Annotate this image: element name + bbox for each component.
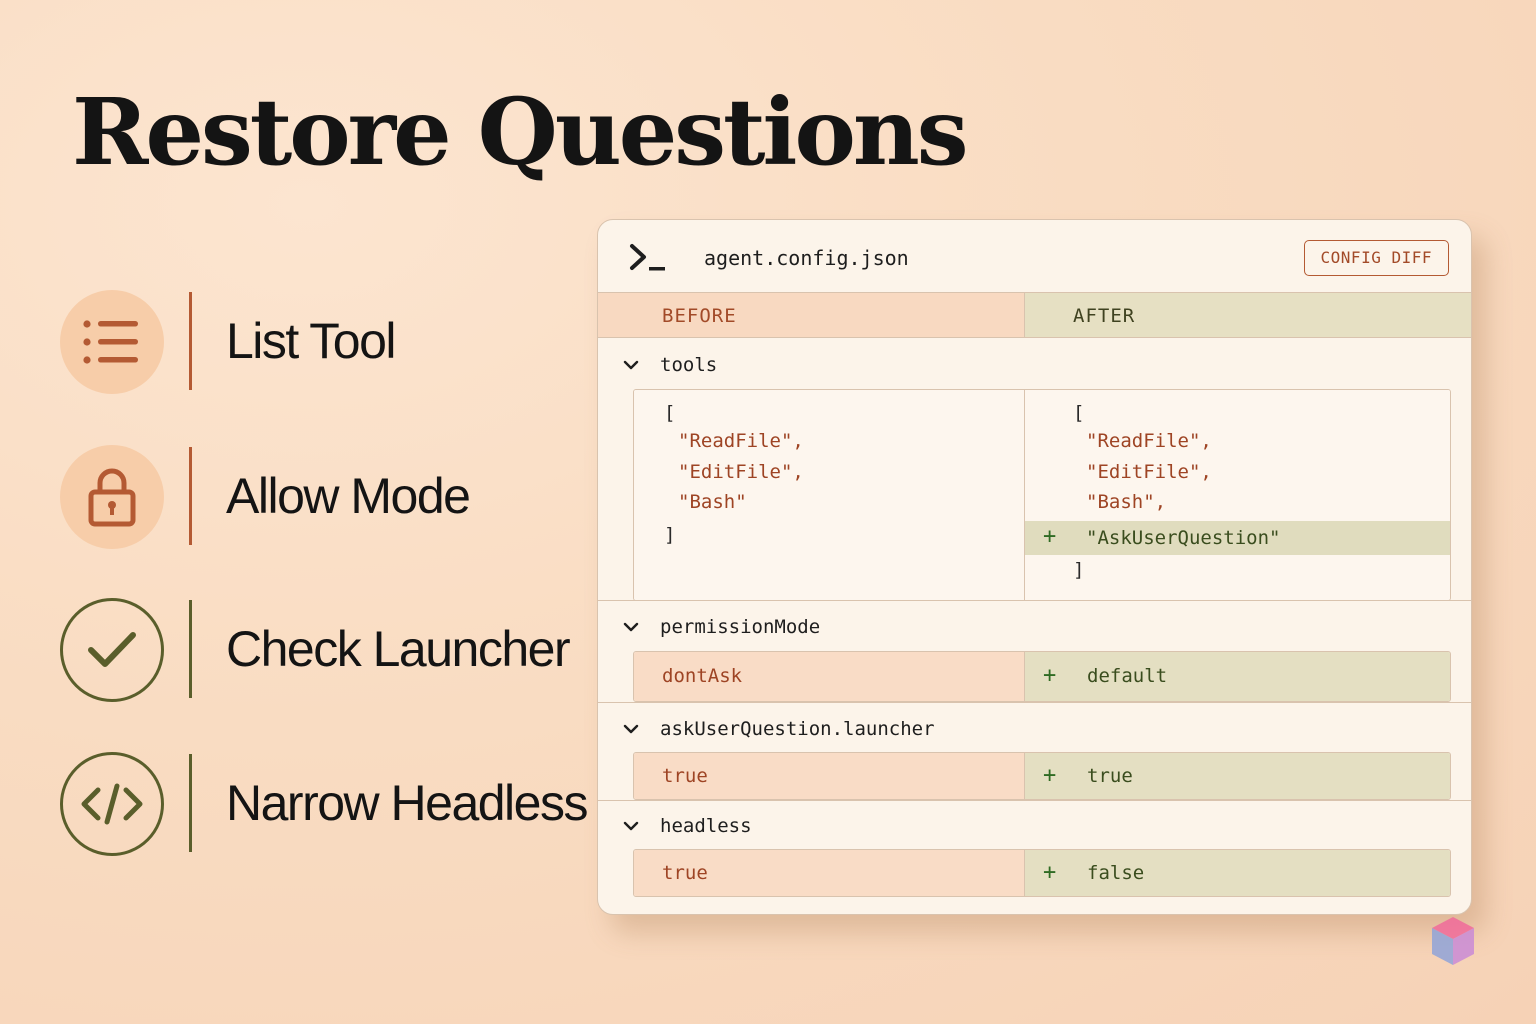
code-line: ] [1073,559,1085,581]
section-separator [598,600,1471,601]
code-line: "Bash", [1086,491,1167,513]
code-icon [60,752,164,856]
step-divider [189,600,192,698]
code-line: "EditFile", [678,461,804,483]
code-line: ] [664,524,676,546]
step-label: Check Launcher [226,621,571,677]
before-value: dontAsk [662,665,743,687]
step-label: List Tool [226,313,397,369]
code-line: "EditFile", [1086,461,1212,483]
step-divider [189,447,192,545]
list-icon [60,290,164,394]
tools-diff-box: [ "ReadFile", "EditFile", "Bash" ] [ "Re… [633,389,1451,601]
terminal-prompt-icon [630,244,665,271]
after-value: true [1087,765,1133,787]
plus-icon: + [1043,524,1057,549]
section-key: askUserQuestion.launcher [660,718,935,740]
before-value: true [662,765,708,787]
section-headless[interactable]: headless [598,807,1471,847]
section-separator [598,702,1471,703]
after-value: false [1087,862,1145,884]
section-permission-mode[interactable]: permissionMode [598,608,1471,648]
panel-header: agent.config.json CONFIG DIFF [598,220,1471,292]
headless-diff-box: true + false [633,849,1451,897]
launcher-diff-box: true + true [633,752,1451,800]
chevron-down-icon[interactable] [622,618,640,636]
step-list-tool: List Tool [60,290,580,394]
before-value: true [662,862,708,884]
code-line: "ReadFile", [1086,430,1212,452]
page-title: Restore Questions [72,78,969,186]
step-divider [189,754,192,852]
step-allow-mode: Allow Mode [60,445,580,549]
step-check-launcher: Check Launcher [60,598,580,702]
chevron-down-icon[interactable] [622,356,640,374]
step-narrow-headless: Narrow Headless [60,752,588,856]
code-line: "Bash" [678,491,747,513]
step-label: Allow Mode [226,468,471,524]
filename: agent.config.json [704,246,909,270]
step-divider [189,292,192,390]
section-key: permissionMode [660,616,821,638]
code-line: "ReadFile", [678,430,804,452]
section-launcher[interactable]: askUserQuestion.launcher [598,710,1471,750]
section-tools[interactable]: tools [598,346,1471,386]
config-diff-panel: agent.config.json CONFIG DIFF BEFORE AFT… [597,219,1472,915]
plus-icon: + [1043,663,1057,688]
tools-after: [ "ReadFile", "EditFile", "Bash", + "Ask… [1024,390,1450,600]
plus-icon: + [1043,860,1057,885]
before-column-header: BEFORE [598,292,1024,338]
chevron-down-icon[interactable] [622,720,640,738]
code-line: [ [664,402,676,424]
cube-logo-icon [1432,917,1474,965]
step-label: Narrow Headless [226,775,588,831]
before-header-label: BEFORE [662,305,737,327]
code-line: [ [1073,402,1085,424]
check-icon [60,598,164,702]
after-header-label: AFTER [1073,305,1136,327]
after-value: default [1087,665,1168,687]
permission-mode-diff-box: dontAsk + default [633,651,1451,702]
after-column-header: AFTER [1024,292,1471,338]
chevron-down-icon[interactable] [622,817,640,835]
section-key: tools [660,354,718,376]
tools-before: [ "ReadFile", "EditFile", "Bash" ] [634,390,1024,600]
section-key: headless [660,815,752,837]
config-diff-badge: CONFIG DIFF [1303,240,1449,276]
added-line: + "AskUserQuestion" [1025,521,1450,555]
section-separator [598,800,1471,801]
plus-icon: + [1043,763,1057,788]
code-line: "AskUserQuestion" [1086,527,1281,549]
lock-icon [60,445,164,549]
